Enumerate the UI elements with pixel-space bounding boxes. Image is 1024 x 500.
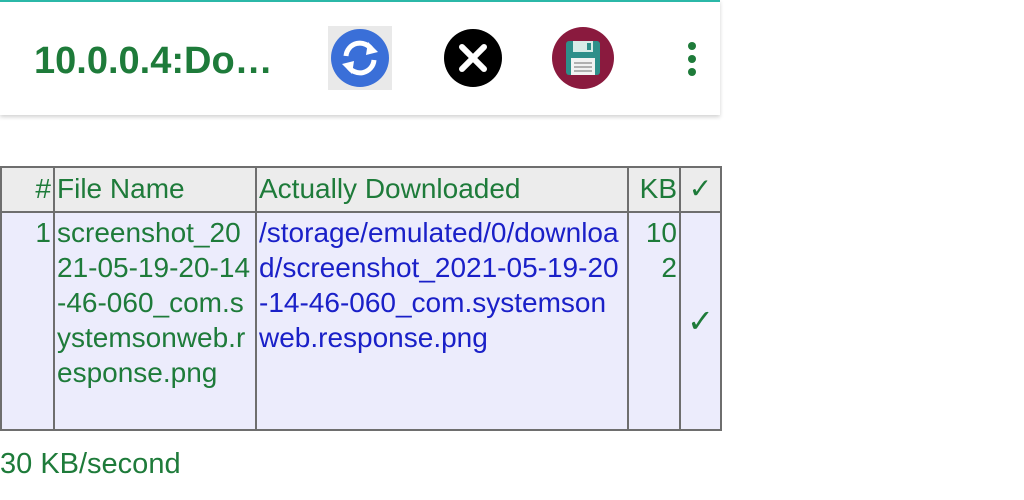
- column-header-file-name[interactable]: File Name: [53, 166, 257, 213]
- column-header-kb[interactable]: KB: [627, 166, 681, 213]
- app-screen: 10.0.0.4:Do… # File Name Actually Downlo…: [0, 0, 722, 500]
- column-header-number[interactable]: #: [0, 166, 55, 213]
- table-header-row: # File Name Actually Downloaded KB ✓: [0, 166, 722, 213]
- close-icon: [444, 29, 502, 87]
- row-complete-checkmark: ✓: [679, 211, 722, 431]
- refresh-button[interactable]: [328, 26, 392, 90]
- row-download-path-link[interactable]: /storage/emulated/0/download/screenshot_…: [255, 211, 629, 431]
- row-file-name: screenshot_2021-05-19-20-14-46-060_com.s…: [53, 211, 257, 431]
- download-speed-status: 30 KB/second: [0, 448, 181, 480]
- row-size-kb: 102: [627, 211, 681, 431]
- overflow-menu-button[interactable]: [660, 26, 696, 90]
- app-bar: 10.0.0.4:Do…: [0, 0, 720, 115]
- row-number: 1: [0, 211, 55, 431]
- page-title: 10.0.0.4:Do…: [34, 40, 273, 82]
- table-row[interactable]: 1 screenshot_2021-05-19-20-14-46-060_com…: [0, 211, 722, 431]
- downloads-table: # File Name Actually Downloaded KB ✓ 1 s…: [0, 166, 722, 431]
- refresh-icon: [331, 29, 389, 87]
- save-button[interactable]: [551, 26, 615, 90]
- more-vertical-icon: [688, 42, 696, 76]
- column-header-actually-downloaded[interactable]: Actually Downloaded: [255, 166, 629, 213]
- column-header-check[interactable]: ✓: [679, 166, 722, 213]
- save-icon: [552, 27, 614, 89]
- cancel-download-button[interactable]: [441, 26, 505, 90]
